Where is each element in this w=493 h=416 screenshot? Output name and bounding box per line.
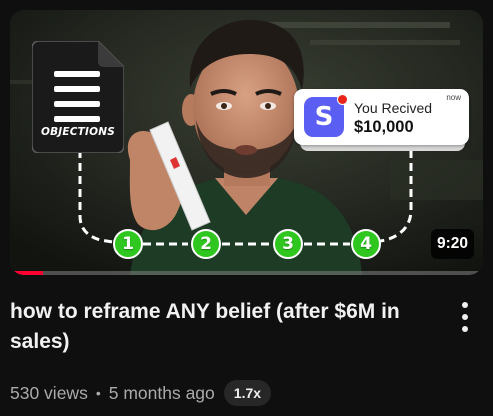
- step-badge: 2: [191, 229, 221, 259]
- stripe-s-icon: S: [304, 94, 348, 137]
- vertical-ellipsis-icon: [462, 326, 468, 332]
- notification-dot: [337, 94, 348, 105]
- step-badge: 4: [351, 229, 381, 259]
- objections-label: OBJECTIONS: [40, 126, 116, 138]
- more-actions-button[interactable]: [452, 299, 478, 335]
- video-title[interactable]: how to reframe ANY belief (after $6M in …: [10, 297, 430, 357]
- video-card[interactable]: OBJECTIONS S You Recived $10,000 now 1 2…: [0, 0, 493, 416]
- upload-age: 5 months ago: [108, 382, 215, 403]
- watch-progress-bar: [10, 271, 483, 275]
- notification-title: You Recived: [354, 100, 433, 116]
- vertical-ellipsis-icon: [462, 302, 468, 308]
- vertical-ellipsis-icon: [462, 314, 468, 320]
- meta-separator: •: [95, 385, 101, 401]
- video-thumbnail[interactable]: OBJECTIONS S You Recived $10,000 now 1 2…: [10, 10, 483, 275]
- duration-badge: 9:20: [430, 229, 474, 259]
- notification-time: now: [446, 93, 461, 102]
- step-badge: 3: [273, 229, 303, 259]
- notification-amount: $10,000: [354, 118, 414, 136]
- notification-card: S You Recived $10,000 now: [294, 89, 469, 145]
- watch-progress-fill: [10, 271, 44, 275]
- playback-speed-badge: 1.7x: [223, 380, 272, 406]
- payment-notification: S You Recived $10,000 now: [294, 89, 469, 151]
- view-count: 530 views: [10, 382, 88, 403]
- video-metadata: 530 views • 5 months ago 1.7x: [10, 379, 272, 407]
- step-badge: 1: [113, 229, 143, 259]
